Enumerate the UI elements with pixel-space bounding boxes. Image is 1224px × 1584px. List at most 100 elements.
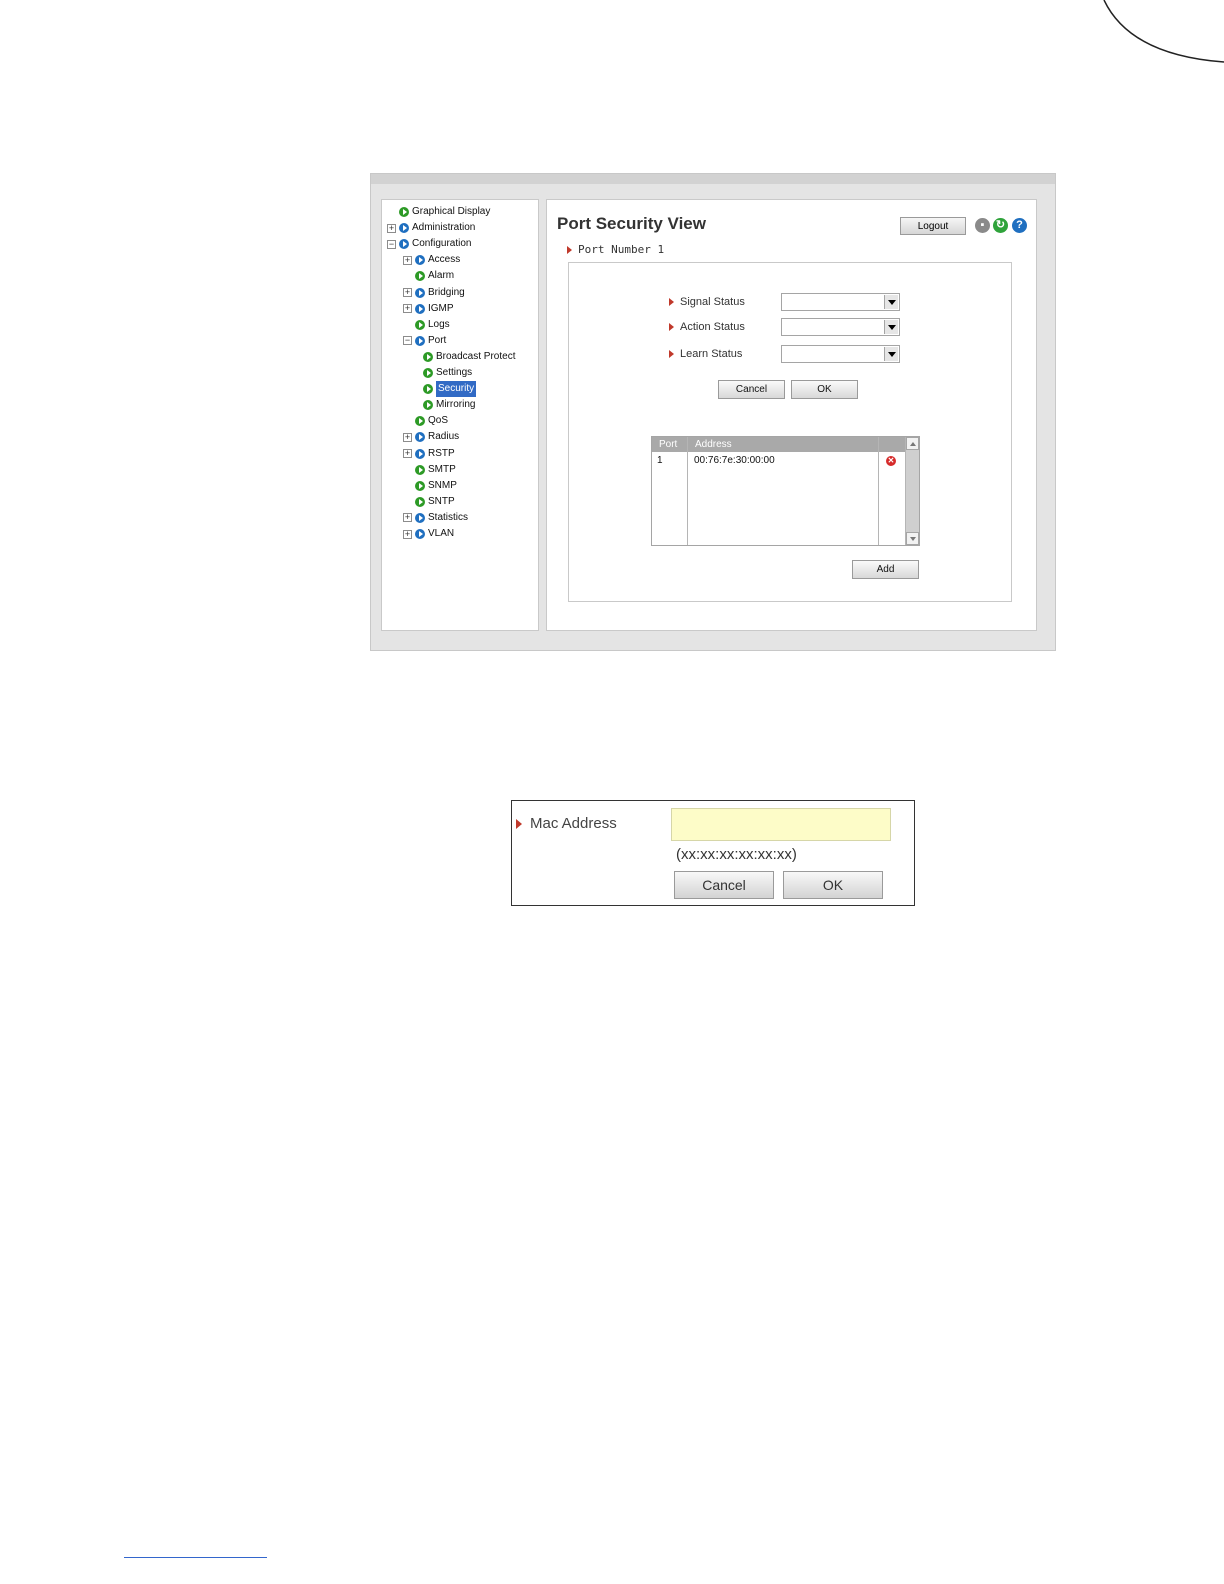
expand-icon[interactable]: +: [403, 513, 412, 523]
tree-node-icon: [415, 448, 425, 459]
cancel-button[interactable]: Cancel: [718, 380, 785, 399]
save-icon[interactable]: ▪: [975, 218, 990, 233]
page-corner-curve: [1103, 0, 1224, 63]
tree-item-broadcast-protect[interactable]: Broadcast Protect: [419, 349, 515, 365]
tree-item-statistics[interactable]: + Statistics: [403, 510, 468, 526]
collapse-icon[interactable]: −: [403, 336, 412, 346]
tree-item-label: Alarm: [428, 270, 455, 282]
action-status-label: Action Status: [680, 321, 745, 333]
refresh-icon[interactable]: ↻: [993, 218, 1008, 233]
mac-cancel-button[interactable]: Cancel: [674, 871, 774, 899]
port-settings-box: Signal Status Action Status Learn Status…: [568, 262, 1012, 602]
tree-item-rstp[interactable]: + RSTP: [403, 446, 455, 462]
tree-item-label: SNMP: [428, 479, 457, 491]
tree-item-settings[interactable]: Settings: [419, 365, 472, 381]
tree-item-bridging[interactable]: + Bridging: [403, 285, 465, 301]
table-scrollbar[interactable]: [905, 437, 919, 545]
tree-node-icon: [415, 529, 425, 539]
action-status-select[interactable]: [781, 318, 900, 336]
tree-node-icon: [415, 335, 425, 346]
tree-item-label: QoS: [428, 415, 449, 427]
tree-item-label: IGMP: [428, 302, 454, 314]
mac-address-table: Port Address 1 00:76:7e:30:00:00 ✕: [651, 436, 920, 546]
tree-item-vlan[interactable]: + VLAN: [403, 526, 454, 542]
expand-icon[interactable]: +: [403, 432, 412, 442]
expand-icon[interactable]: +: [403, 529, 412, 539]
expand-icon[interactable]: +: [403, 288, 412, 297]
expand-icon[interactable]: +: [403, 449, 412, 458]
tree-node-icon: [415, 496, 425, 507]
tree-item-label: Administration: [412, 222, 476, 234]
tree-item-graphical-display[interactable]: Graphical Display: [387, 204, 490, 220]
tree-item-label: Statistics: [428, 511, 469, 523]
tree-item-label: Security: [436, 381, 477, 398]
mac-ok-button[interactable]: OK: [783, 871, 883, 899]
tree-item-label: VLAN: [428, 528, 455, 539]
collapse-icon[interactable]: −: [387, 239, 396, 249]
app-topbar: [371, 174, 1055, 184]
tree-item-label: Bridging: [428, 286, 465, 298]
mac-address-input[interactable]: [671, 808, 891, 841]
tree-node-icon: [415, 512, 425, 523]
tree-item-port[interactable]: − Port: [403, 333, 446, 349]
help-icon[interactable]: ?: [1012, 218, 1027, 233]
tree-node-icon: [423, 368, 433, 378]
tree-node-icon: [415, 464, 425, 475]
add-button[interactable]: Add: [852, 560, 919, 579]
app-window: Graphical Display + Administration − Configu…: [370, 173, 1056, 651]
scroll-down-icon[interactable]: [906, 532, 919, 545]
column-header-address[interactable]: Address: [688, 437, 879, 452]
arrow-icon: [567, 246, 572, 254]
tree-item-label: Broadcast Protect: [436, 350, 516, 362]
expand-icon[interactable]: +: [403, 255, 412, 265]
tree-item-logs[interactable]: Logs: [403, 317, 450, 333]
dropdown-arrow-icon[interactable]: [884, 295, 898, 309]
mac-format-hint: (xx:xx:xx:xx:xx:xx): [676, 846, 797, 863]
expand-icon[interactable]: +: [403, 304, 412, 314]
delete-icon[interactable]: ✕: [886, 456, 896, 466]
tree-item-mirroring[interactable]: Mirroring: [419, 397, 475, 413]
ok-button[interactable]: OK: [791, 380, 858, 399]
tree-item-snmp[interactable]: SNMP: [403, 478, 457, 494]
mac-address-label: Mac Address: [530, 815, 617, 832]
tree-item-alarm[interactable]: Alarm: [403, 268, 454, 284]
learn-status-select[interactable]: [781, 345, 900, 363]
scroll-up-icon[interactable]: [906, 437, 919, 450]
tree-item-radius[interactable]: + Radius: [403, 429, 459, 445]
tree-node-icon: [423, 384, 433, 395]
expand-icon[interactable]: +: [387, 223, 396, 233]
tree-item-qos[interactable]: QoS: [403, 413, 448, 429]
tree-item-label: Graphical Display: [412, 206, 491, 217]
tree-item-sntp[interactable]: SNTP: [403, 494, 455, 510]
port-number-heading: Port Number 1: [567, 243, 664, 256]
tree-item-administration[interactable]: + Administration: [387, 220, 475, 236]
tree-node-icon: [415, 480, 425, 491]
table-cell-address: 00:76:7e:30:00:00: [694, 455, 775, 466]
tree-item-smtp[interactable]: SMTP: [403, 462, 456, 478]
dropdown-arrow-icon[interactable]: [884, 320, 898, 334]
tree-node-icon: [415, 271, 425, 282]
tree-item-igmp[interactable]: + IGMP: [403, 301, 454, 317]
arrow-icon: [669, 298, 674, 307]
dropdown-arrow-icon[interactable]: [884, 347, 898, 361]
tree-item-access[interactable]: + Access: [403, 252, 460, 268]
tree-item-label: Mirroring: [436, 399, 476, 411]
learn-status-label: Learn Status: [680, 348, 743, 360]
footnote-rule: [124, 1557, 267, 1558]
tree-item-configuration[interactable]: − Configuration: [387, 236, 471, 252]
table-cell-port: 1: [657, 455, 663, 466]
tree-node-icon: [415, 303, 425, 314]
column-header-actions: [879, 437, 906, 452]
signal-status-select[interactable]: [781, 293, 900, 311]
tree-node-icon: [415, 287, 425, 298]
tree-item-label: Settings: [436, 367, 473, 378]
tree-item-label: RSTP: [428, 447, 455, 459]
arrow-icon: [669, 350, 674, 359]
tree-item-label: Logs: [428, 318, 450, 330]
logout-button[interactable]: Logout: [900, 217, 966, 235]
tree-item-label: Access: [428, 254, 461, 266]
column-header-port[interactable]: Port: [652, 437, 688, 452]
tree-item-security[interactable]: Security: [419, 381, 477, 398]
arrow-icon: [516, 819, 522, 830]
main-content: Port Security View Logout ▪ ↻ ? Port Num…: [546, 199, 1037, 631]
